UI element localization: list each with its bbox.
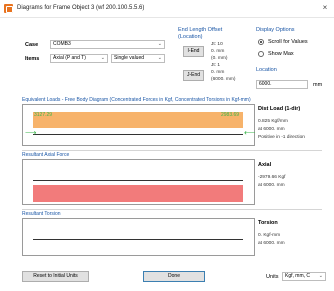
j-end-joint: Jt: 1 (211, 63, 221, 68)
distributed-load-bar (33, 112, 243, 128)
done-button[interactable]: Done (143, 271, 205, 282)
j-end-location: (6000. mm) (211, 77, 236, 82)
right-arrow-icon: ⟵ (244, 128, 256, 137)
scroll-for-values-label: Scroll for Values (268, 39, 308, 45)
right-reaction-value: 2983.69 (221, 112, 240, 118)
axial-diagram-panel (22, 159, 255, 205)
units-label: Units (266, 274, 279, 280)
separator-line (22, 209, 322, 210)
i-end-offset: 0. mm (211, 49, 225, 54)
location-unit: mm (313, 82, 323, 88)
items-label: Items (25, 56, 40, 62)
torsion-location: at 6000. mm (258, 241, 285, 246)
show-max-radio[interactable] (258, 51, 264, 57)
items-dropdown[interactable]: Axial (P and T) ⌄ (50, 54, 108, 63)
dist-load-title: Dist Load (1-dir) (258, 106, 301, 112)
dist-load-direction: Positive in -1 direction (258, 135, 305, 140)
torsion-baseline (33, 239, 243, 240)
axial-baseline (33, 180, 243, 181)
left-arrow-icon: ⟶ (25, 128, 37, 137)
window-title: Diagrams for Frame Object 3 (wf 200.100.… (17, 5, 145, 11)
end-length-subheading: (Location) (178, 34, 203, 40)
dist-load-value: 0.825 Kgf/mm (258, 119, 288, 124)
torsion-diagram-panel (22, 218, 255, 256)
axial-title: Axial (258, 162, 272, 168)
axial-section-title: Resultant Axial Force (22, 152, 70, 158)
show-max-label: Show Max (268, 51, 294, 57)
dist-load-location: at 6000. mm (258, 127, 285, 132)
loads-diagram-panel: 3127.29 2983.69 ⟶ ⟵ (22, 104, 255, 146)
chevron-down-icon: ⌄ (157, 41, 162, 47)
torsion-title: Torsion (258, 220, 278, 226)
location-input[interactable]: 6000. (256, 80, 308, 89)
j-end-offset: 0. mm (211, 70, 225, 75)
separator-line (22, 150, 322, 151)
case-value: COMB3 (53, 41, 71, 47)
app-icon (4, 4, 13, 13)
i-end-button[interactable]: I-End (183, 46, 204, 57)
axial-force-fill (33, 185, 243, 202)
case-dropdown[interactable]: COMB3 ⌄ (50, 40, 165, 49)
torsion-section-title: Resultant Torsion (22, 211, 61, 217)
units-value: Kgf, mm, C (285, 273, 311, 279)
scroll-for-values-radio[interactable] (258, 39, 264, 45)
torsion-value: 0. Kgf-mm (258, 233, 281, 238)
location-heading: Location (256, 67, 277, 73)
j-end-button[interactable]: J-End (183, 70, 204, 81)
member-line (33, 134, 243, 135)
chevron-down-icon: ⌄ (157, 55, 162, 61)
i-end-location: (0. mm) (211, 56, 228, 61)
display-options-heading: Display Options (256, 27, 295, 33)
axial-value: -2979.66 Kgf (258, 175, 286, 180)
items-secondary-value: Single valued (114, 55, 145, 61)
left-reaction-value: 3127.29 (34, 112, 53, 118)
items-value: Axial (P and T) (53, 55, 86, 61)
reset-units-button[interactable]: Reset to Initial Units (22, 271, 89, 282)
i-end-joint: Jt: 10 (211, 42, 223, 47)
chevron-down-icon: ⌄ (318, 273, 323, 279)
loads-section-title: Equivalent Loads - Free Body Diagram (Co… (22, 97, 251, 103)
units-dropdown[interactable]: Kgf, mm, C ⌄ (282, 272, 326, 281)
items-secondary-dropdown[interactable]: Single valued ⌄ (111, 54, 165, 63)
title-bar: Diagrams for Frame Object 3 (wf 200.100.… (0, 0, 334, 18)
axial-location: at 6000. mm (258, 183, 285, 188)
chevron-down-icon: ⌄ (100, 55, 105, 61)
close-icon[interactable]: × (320, 3, 330, 12)
case-label: Case (25, 42, 39, 48)
end-length-heading: End Length Offset (178, 27, 223, 33)
